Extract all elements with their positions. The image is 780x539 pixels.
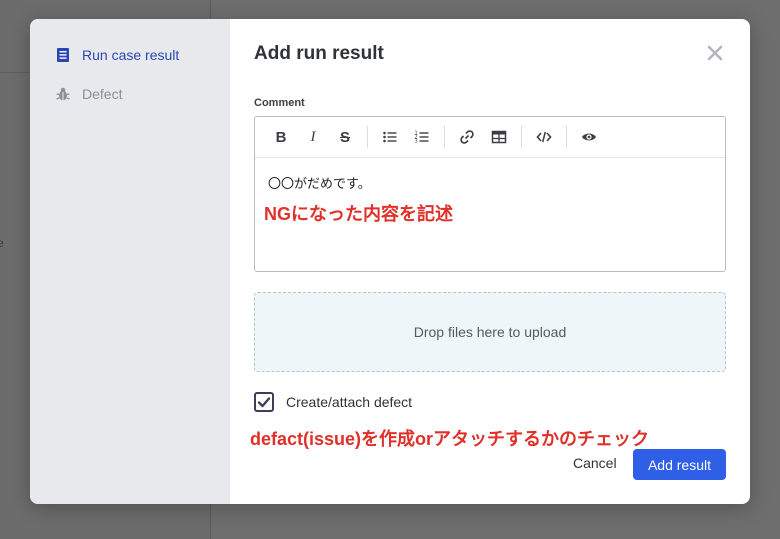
- sidebar-item-label: Defect: [82, 86, 123, 102]
- close-icon[interactable]: [706, 44, 724, 62]
- comment-label: Comment: [254, 97, 305, 109]
- annotation-defect-note: defact(issue)を作成orアタッチするかのチェック: [250, 429, 650, 449]
- document-icon: [57, 48, 69, 62]
- create-defect-label[interactable]: Create/attach defect: [286, 394, 412, 410]
- numbered-list-icon[interactable]: 123: [406, 123, 438, 151]
- toolbar-separator: [367, 126, 368, 148]
- code-icon[interactable]: [528, 123, 560, 151]
- add-result-button[interactable]: Add result: [633, 449, 726, 480]
- add-run-result-dialog: Run case result Defect Add run result Co…: [30, 19, 750, 504]
- sidebar-item-run-case-result[interactable]: Run case result: [56, 47, 179, 63]
- file-dropzone[interactable]: Drop files here to upload: [254, 292, 726, 372]
- sidebar-item-label: Run case result: [82, 47, 180, 63]
- strikethrough-icon[interactable]: S: [329, 123, 361, 151]
- bold-icon[interactable]: B: [265, 123, 297, 151]
- editor-toolbar: B I S 123: [255, 117, 725, 158]
- preview-eye-icon[interactable]: [573, 123, 605, 151]
- italic-icon[interactable]: I: [297, 123, 329, 151]
- checkmark-icon: [257, 397, 271, 408]
- dialog-sidebar: Run case result Defect: [30, 19, 230, 504]
- link-icon[interactable]: [451, 123, 483, 151]
- comment-editor[interactable]: B I S 123 〇〇がだめです。: [254, 116, 726, 272]
- comment-text: 〇〇がだめです。: [268, 176, 371, 191]
- create-defect-checkbox[interactable]: [254, 392, 274, 412]
- svg-text:3: 3: [415, 139, 418, 145]
- bug-icon: [56, 87, 70, 101]
- dialog-title: Add run result: [254, 43, 384, 64]
- toolbar-separator: [566, 126, 567, 148]
- dropzone-text: Drop files here to upload: [413, 324, 567, 340]
- table-icon[interactable]: [483, 123, 515, 151]
- toolbar-separator: [444, 126, 445, 148]
- dialog-main: Add run result Comment B I S 123 〇〇がだめです…: [230, 19, 750, 504]
- cancel-button[interactable]: Cancel: [573, 455, 617, 471]
- sidebar-item-defect[interactable]: Defect: [56, 86, 122, 102]
- background-text-fragment: e: [0, 236, 4, 250]
- toolbar-separator: [521, 126, 522, 148]
- bullet-list-icon[interactable]: [374, 123, 406, 151]
- annotation-comment-note: NGになった内容を記述: [264, 204, 453, 224]
